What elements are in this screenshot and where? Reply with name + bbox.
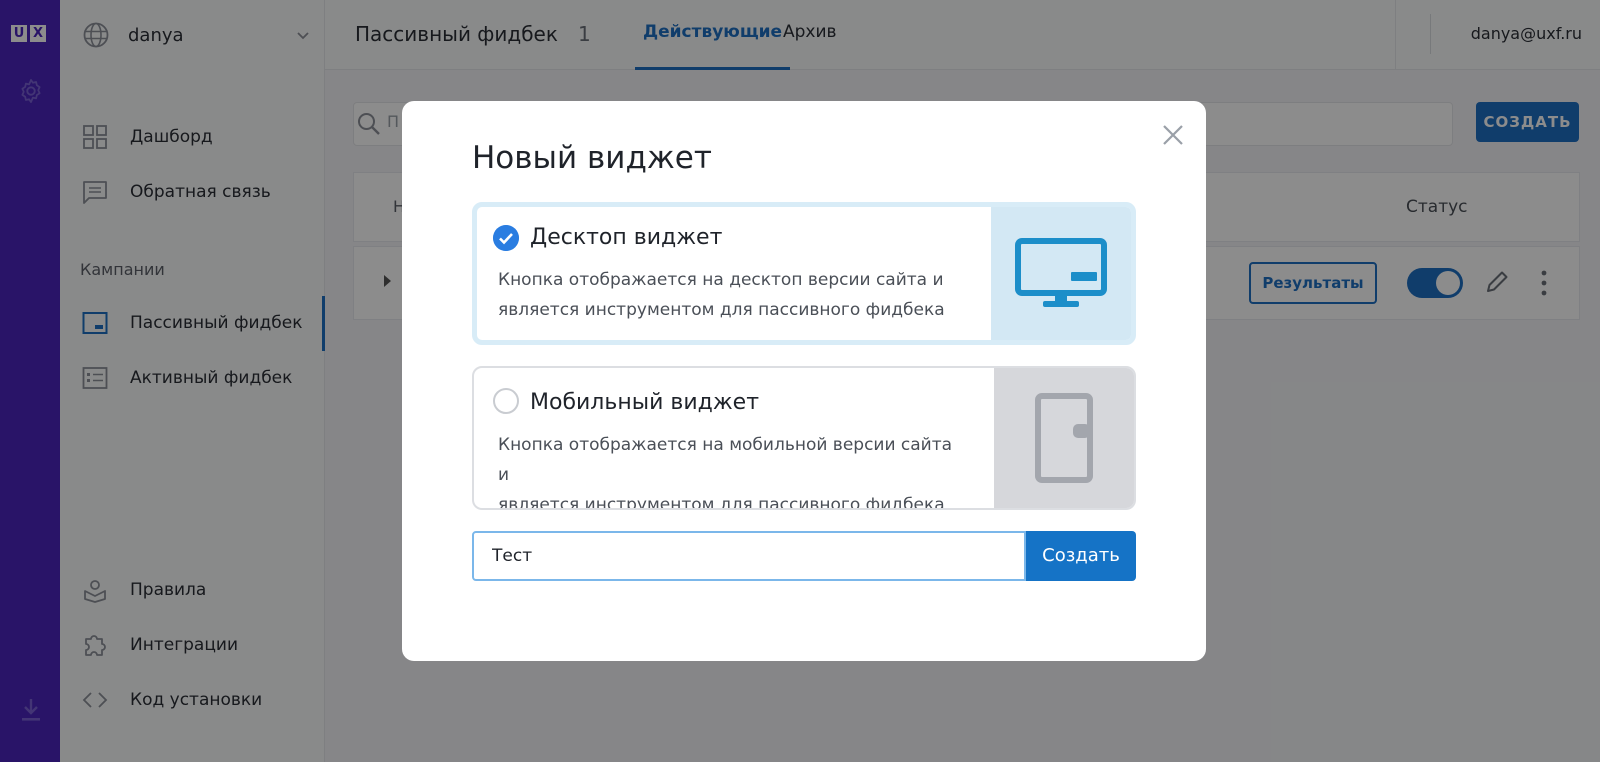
description-line: является инструментом для пассивного фид… [498, 495, 945, 510]
option-title: Десктоп виджет [530, 225, 723, 250]
option-title: Мобильный виджет [530, 390, 760, 415]
phone-icon [1035, 393, 1093, 483]
widget-option-desktop[interactable]: Десктоп виджет Кнопка отображается на де… [472, 202, 1136, 345]
monitor-icon [1015, 237, 1107, 307]
modal-title: Новый виджет [472, 140, 712, 176]
option-illustration [994, 368, 1134, 508]
description-line: является инструментом для пассивного фид… [498, 300, 945, 320]
option-description: Кнопка отображается на десктоп версии са… [498, 265, 968, 325]
radio-button[interactable] [493, 388, 519, 414]
description-line: Кнопка отображается на десктоп версии са… [498, 270, 944, 290]
check-circle-icon [493, 225, 519, 251]
option-illustration [991, 207, 1131, 340]
widget-option-mobile[interactable]: Мобильный виджет Кнопка отображается на … [472, 366, 1136, 510]
close-icon[interactable] [1160, 122, 1186, 148]
widget-name-input[interactable] [472, 531, 1026, 581]
description-line: Кнопка отображается на мобильной версии … [498, 435, 953, 485]
option-description: Кнопка отображается на мобильной версии … [498, 430, 968, 510]
create-widget-button[interactable]: Создать [1026, 531, 1136, 581]
